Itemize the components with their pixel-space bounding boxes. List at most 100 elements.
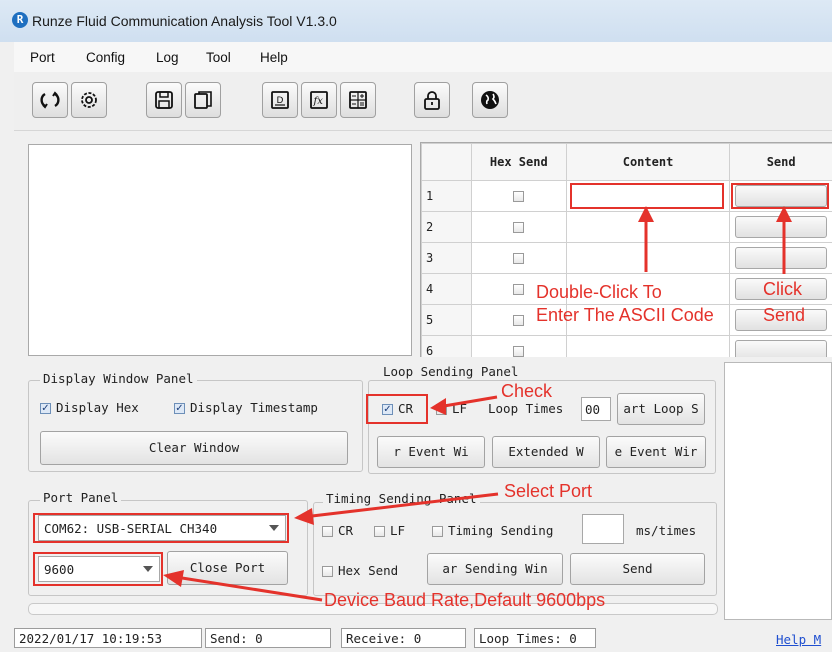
calculator-button[interactable] — [340, 82, 376, 118]
timing-sending-label: Timing Sending — [448, 523, 554, 538]
annotation-enter-ascii: Enter The ASCII Code — [536, 305, 714, 325]
column-header-hex-send: Hex Send — [470, 143, 567, 181]
lock-button[interactable] — [414, 82, 450, 118]
hex-send-checkbox[interactable] — [513, 346, 525, 357]
hex-send-checkbox[interactable] — [513, 191, 525, 202]
menu-help[interactable]: Help — [260, 50, 288, 65]
timing-sending-checkbox[interactable] — [432, 526, 443, 537]
start-loop-button[interactable]: art Loop S — [617, 393, 705, 425]
column-header-index — [421, 143, 472, 181]
display-timestamp-checkbox[interactable] — [174, 403, 185, 414]
clear-window-button[interactable]: Clear Window — [40, 431, 348, 465]
document-icon: D — [271, 91, 289, 109]
table-header-row: Hex Send Content Send — [421, 143, 832, 181]
menu-port[interactable]: Port — [30, 50, 55, 65]
extended-window-button[interactable]: Extended W — [492, 436, 600, 468]
display-timestamp-label: Display Timestamp — [190, 400, 318, 415]
copy-icon — [194, 91, 212, 109]
hex-send-checkbox[interactable] — [513, 253, 525, 264]
menu-bar — [14, 42, 832, 73]
display-hex-checkbox[interactable] — [40, 403, 51, 414]
column-header-send: Send — [729, 143, 832, 181]
timing-ms-input[interactable] — [582, 514, 624, 544]
function-icon: fx — [310, 91, 328, 109]
port-select-highlight — [33, 513, 289, 543]
table-row: 6 — [421, 335, 832, 357]
cr-checkbox-highlight — [366, 394, 428, 424]
status-timestamp: 2022/01/17 10:19:53 — [14, 628, 202, 648]
loop-panel-legend: Loop Sending Panel — [380, 364, 522, 379]
row-number: 3 — [421, 242, 472, 274]
globe-button[interactable] — [472, 82, 508, 118]
table-row: 3 — [421, 242, 832, 274]
loop-times-label: Loop Times — [488, 401, 564, 416]
timing-panel-legend: Timing Sending Panel — [323, 491, 480, 506]
loop-lf-checkbox[interactable] — [436, 404, 447, 415]
send-row-button[interactable] — [735, 247, 828, 269]
timing-cr-label: CR — [338, 523, 354, 538]
row-number: 4 — [421, 273, 472, 305]
row-number: 1 — [421, 180, 472, 212]
status-send-count: Send: 0 — [205, 628, 331, 648]
status-loop-times: Loop Times: 0 — [474, 628, 596, 648]
save-button[interactable] — [146, 82, 182, 118]
close-port-button[interactable]: Close Port — [167, 551, 288, 585]
receive-window[interactable] — [28, 144, 412, 356]
table-row: 2 — [421, 211, 832, 243]
settings-icon — [81, 92, 97, 108]
send-row-button[interactable] — [735, 340, 828, 357]
annotation-select-port: Select Port — [504, 481, 593, 501]
content-cell[interactable] — [565, 211, 731, 243]
timing-hex-send-label: Hex Send — [338, 563, 399, 578]
content-cell-highlight — [570, 183, 724, 209]
row-number: 6 — [421, 335, 472, 357]
help-link[interactable]: Help M — [776, 632, 821, 647]
hex-send-checkbox[interactable] — [513, 284, 525, 295]
save-icon — [155, 91, 173, 109]
ms-times-label: ms/times — [636, 523, 697, 538]
svg-text:fx: fx — [313, 96, 324, 107]
settings-button[interactable] — [71, 82, 107, 118]
annotation-click: Click — [763, 279, 802, 299]
refresh-icon — [40, 91, 60, 109]
menu-tool[interactable]: Tool — [206, 50, 231, 65]
clear-sending-window-button[interactable]: ar Sending Win — [427, 553, 563, 585]
lock-icon — [424, 91, 440, 110]
row-number: 2 — [421, 211, 472, 243]
timing-send-button[interactable]: Send — [570, 553, 705, 585]
globe-icon — [481, 91, 499, 109]
app-logo-icon: R — [12, 12, 28, 28]
display-panel-legend: Display Window Panel — [40, 371, 197, 386]
timing-lf-checkbox[interactable] — [374, 526, 385, 537]
document-button[interactable]: D — [262, 82, 298, 118]
window-title: Runze Fluid Communication Analysis Tool … — [32, 13, 337, 29]
timing-hex-send-checkbox[interactable] — [322, 566, 333, 577]
annotation-double-click: Double-Click To — [536, 282, 662, 302]
timing-lf-label: LF — [390, 523, 406, 538]
display-hex-label: Display Hex — [56, 400, 139, 415]
side-output-panel[interactable] — [724, 362, 832, 620]
hex-send-checkbox[interactable] — [513, 222, 525, 233]
send-button-highlight — [731, 183, 829, 209]
content-cell[interactable] — [565, 242, 731, 274]
row-number: 5 — [421, 304, 472, 336]
baud-rate-highlight — [33, 552, 163, 586]
event-window-button[interactable]: r Event Wi — [377, 436, 485, 468]
refresh-button[interactable] — [32, 82, 68, 118]
column-header-content: Content — [565, 143, 731, 181]
calculator-icon — [349, 91, 367, 109]
menu-config[interactable]: Config — [86, 50, 125, 65]
send-row-button[interactable] — [735, 216, 828, 238]
loop-lf-label: LF — [452, 401, 468, 416]
status-receive-count: Receive: 0 — [341, 628, 466, 648]
function-button[interactable]: fx — [301, 82, 337, 118]
annotation-baud-rate: Device Baud Rate,Default 9600bps — [324, 590, 606, 610]
copy-button[interactable] — [185, 82, 221, 118]
hex-send-checkbox[interactable] — [513, 315, 525, 326]
menu-log[interactable]: Log — [156, 50, 179, 65]
event-wire-button[interactable]: e Event Wir — [606, 436, 706, 468]
content-cell[interactable] — [565, 335, 731, 357]
timing-cr-checkbox[interactable] — [322, 526, 333, 537]
annotation-send: Send — [763, 305, 806, 325]
loop-times-input[interactable]: 00 — [581, 397, 611, 421]
